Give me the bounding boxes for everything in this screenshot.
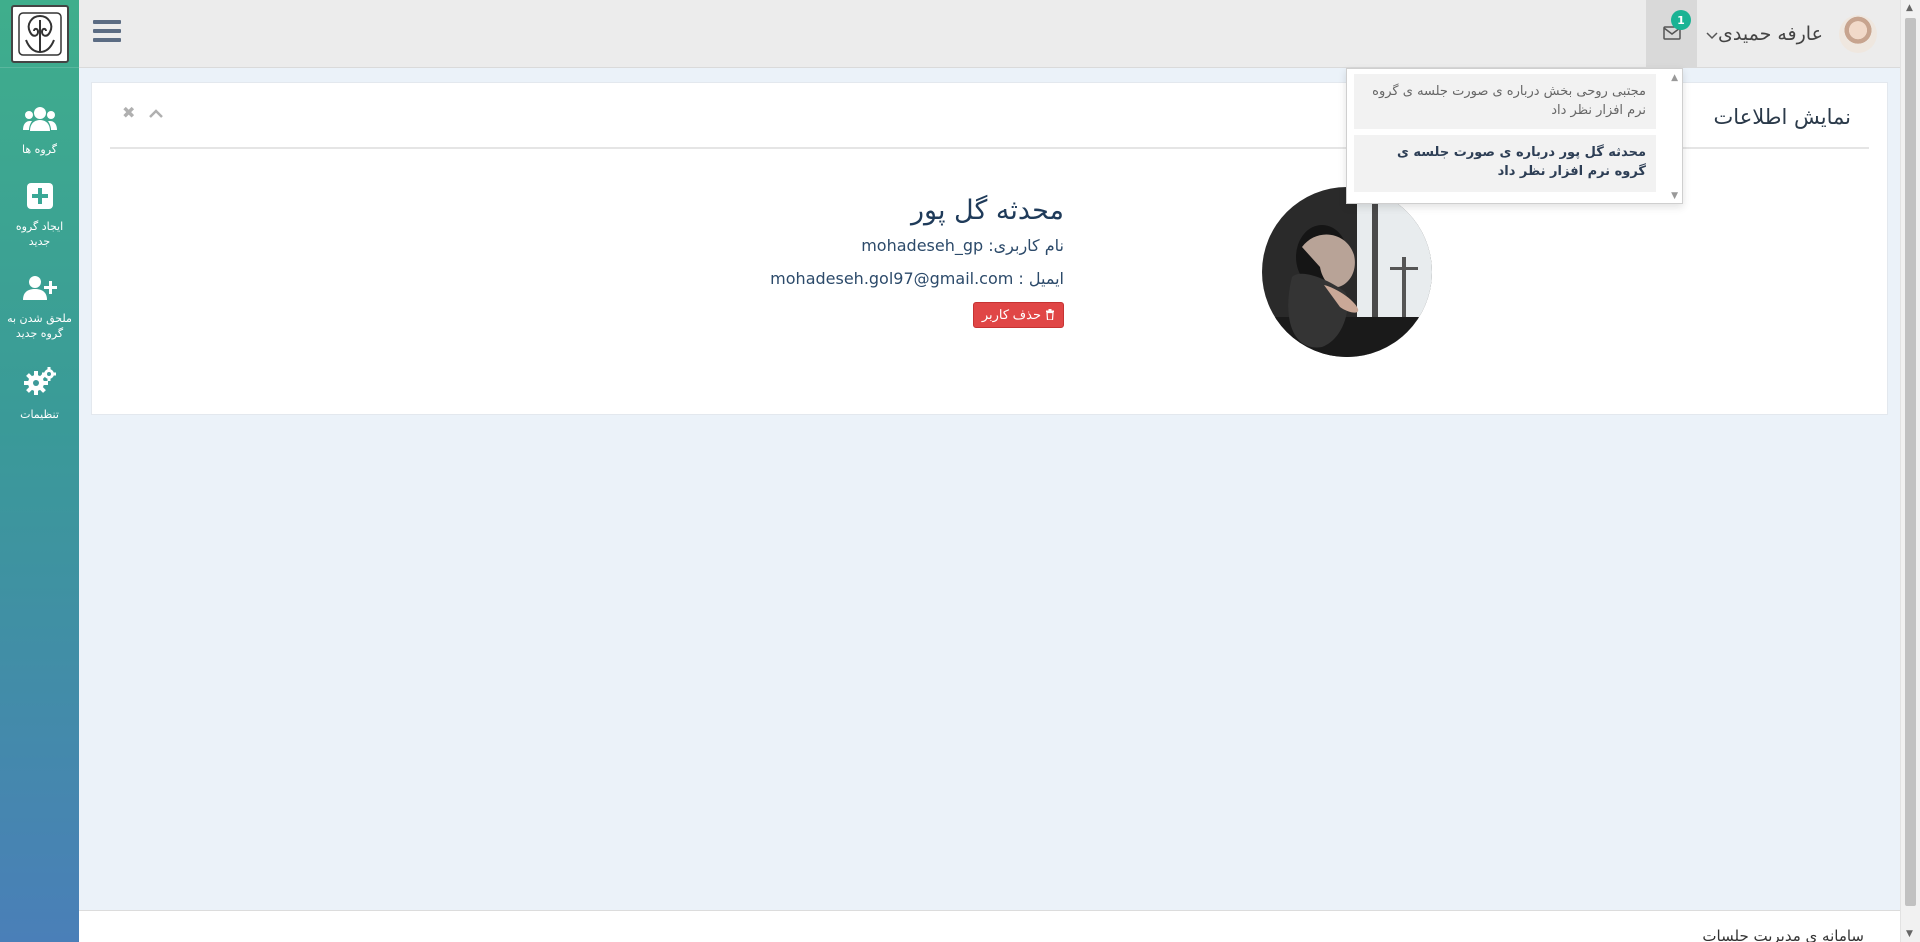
sidebar-item-label: گروه ها xyxy=(21,143,58,156)
notifications-dropdown: مجتبی روحی بخش درباره ی صورت جلسه ی گروه… xyxy=(1346,68,1683,204)
sidebar-item-create-group[interactable]: ایجاد گروه جدید xyxy=(0,183,79,249)
scroll-down-icon[interactable]: ▼ xyxy=(1671,191,1678,201)
scrollbar-thumb[interactable] xyxy=(1905,18,1916,906)
sidebar-item-label: ملحق شدن به گروه جدید xyxy=(7,312,72,340)
hamburger-icon[interactable] xyxy=(93,20,121,46)
footer: سامانه ی مدیریت جلسات xyxy=(79,910,1900,942)
sidebar-item-join-group[interactable]: ملحق شدن به گروه جدید xyxy=(0,275,79,341)
gears-icon xyxy=(23,367,56,401)
close-icon[interactable]: ✖ xyxy=(122,103,135,122)
sidebar-item-settings[interactable]: تنظیمات xyxy=(0,367,79,422)
panel-tools: ✖ xyxy=(122,103,164,122)
notifications-button[interactable]: 1 xyxy=(1646,0,1697,68)
chevron-up-icon[interactable] xyxy=(149,103,164,122)
profile-username: نام کاربری: mohadeseh_gp xyxy=(861,236,1064,255)
scroll-up-icon[interactable]: ▲ xyxy=(1671,73,1678,83)
sidebar: گروه ها ایجاد گروه جدید ملحق شدن به گروه… xyxy=(0,0,79,942)
user-name: عارفه حمیدی xyxy=(1718,23,1823,45)
scroll-down-icon[interactable]: ▼ xyxy=(1906,929,1913,939)
chevron-down-icon xyxy=(1706,25,1718,44)
footer-text: سامانه ی مدیریت جلسات xyxy=(1702,927,1864,942)
profile-email: ایمیل : mohadeseh.gol97@gmail.com xyxy=(770,269,1064,288)
delete-user-button[interactable]: حذف کاربر xyxy=(972,302,1064,328)
top-navbar: 1 عارفه حمیدی xyxy=(79,0,1900,68)
user-menu[interactable]: عارفه حمیدی xyxy=(1700,0,1900,68)
profile-name: محدثه گل پور xyxy=(910,195,1064,226)
ornament-logo-icon xyxy=(10,4,69,63)
delete-user-label: حذف کاربر xyxy=(981,307,1041,322)
dropdown-scrollbar[interactable]: ▲ ▼ xyxy=(1666,69,1682,203)
logo[interactable] xyxy=(0,0,79,68)
panel-title: نمایش اطلاعات xyxy=(1713,105,1851,129)
plus-square-icon xyxy=(26,183,53,213)
user-plus-icon xyxy=(22,275,57,305)
profile-info: محدثه گل پور نام کاربری: mohadeseh_gp ای… xyxy=(770,195,1064,328)
trash-icon xyxy=(1045,308,1055,323)
scroll-up-icon[interactable]: ▲ xyxy=(1906,3,1913,13)
users-icon xyxy=(22,106,57,136)
avatar xyxy=(1838,15,1877,53)
page-scrollbar[interactable]: ▲ ▼ xyxy=(1900,0,1920,942)
profile-photo xyxy=(1262,187,1432,357)
sidebar-item-groups[interactable]: گروه ها xyxy=(0,106,79,157)
sidebar-item-label: ایجاد گروه جدید xyxy=(15,220,64,248)
notification-item[interactable]: محدثه گل پور درباره ی صورت جلسه ی گروه ن… xyxy=(1354,135,1656,192)
notification-count-badge: 1 xyxy=(1671,10,1691,30)
notification-item[interactable]: مجتبی روحی بخش درباره ی صورت جلسه ی گروه… xyxy=(1354,74,1656,129)
sidebar-item-label: تنظیمات xyxy=(20,408,59,421)
